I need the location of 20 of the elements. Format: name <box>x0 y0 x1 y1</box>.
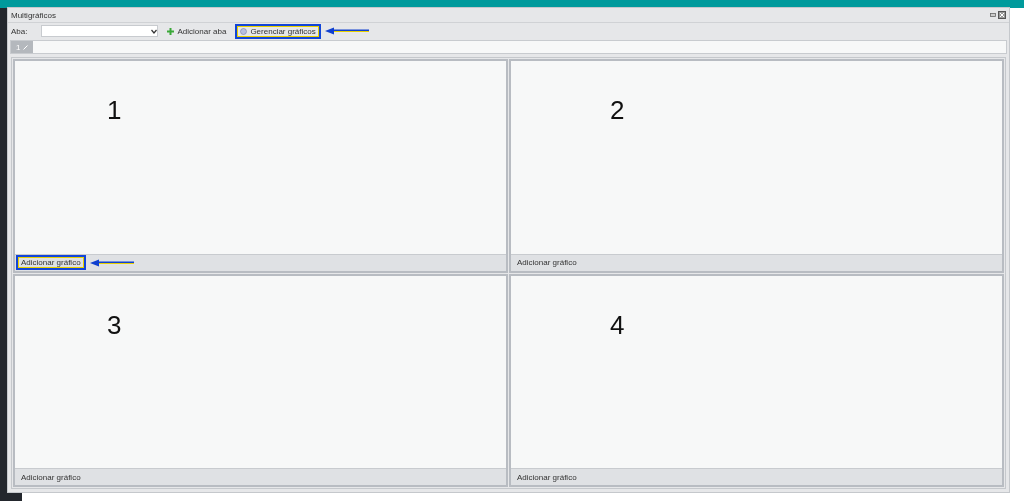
panel-number: 1 <box>107 95 122 126</box>
tab-label: Aba: <box>11 26 28 36</box>
add-tab-button[interactable]: Adicionar aba <box>162 23 232 39</box>
pointer-arrow <box>324 27 369 35</box>
close-icon[interactable] <box>998 11 1006 19</box>
add-chart-button[interactable]: Adicionar gráfico <box>16 469 86 485</box>
panel-number: 3 <box>107 309 122 341</box>
pointer-arrow <box>89 258 134 267</box>
window-title: Multigráficos <box>11 10 56 20</box>
pencil-icon[interactable] <box>23 44 29 50</box>
add-chart-button[interactable]: Adicionar gráfico <box>16 255 86 270</box>
gear-icon <box>240 27 248 35</box>
plus-icon <box>167 27 175 35</box>
panel-number: 2 <box>610 95 625 126</box>
add-chart-button[interactable]: Adicionar gráfico <box>512 469 582 485</box>
manage-charts-button[interactable]: Gerenciar gráficos <box>235 23 321 39</box>
add-chart-button[interactable]: Adicionar gráfico <box>512 255 582 270</box>
panel-number: 4 <box>610 309 625 341</box>
minimize-icon[interactable] <box>990 12 996 18</box>
caret-icon <box>151 28 158 34</box>
